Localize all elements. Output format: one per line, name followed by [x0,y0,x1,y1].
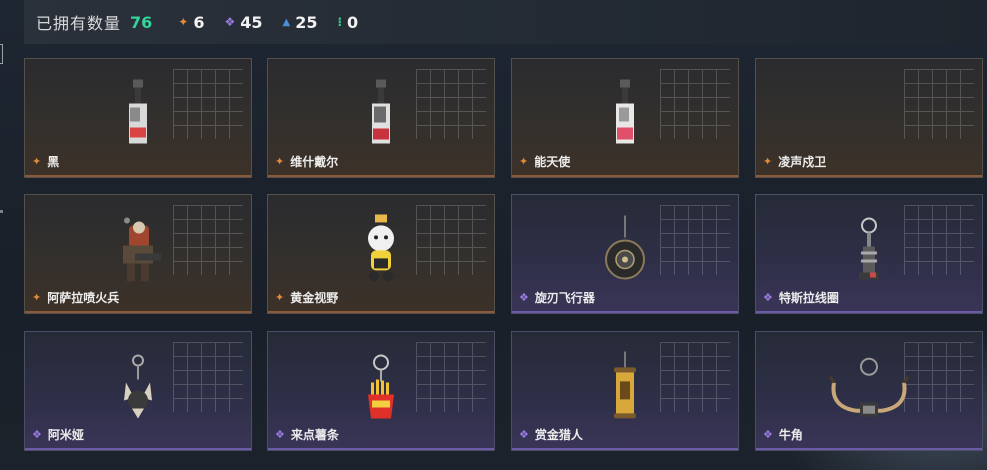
blue-arrow-icon: ▲ [282,16,291,28]
card-name-text: 牛角 [778,428,803,442]
stat-orange: ✦ 6 [178,13,204,32]
vial-keychain-icon [616,79,634,144]
vial-keychain-icon [372,79,390,144]
item-card[interactable]: ✦ 维什戴尔 [267,58,495,178]
purple-diamond-icon: ❖ [224,15,236,29]
item-card[interactable]: ✦ 能天使 [511,58,739,178]
item-card[interactable]: ❖ 阿米娅 [24,331,252,451]
fries-keychain-icon [368,354,394,419]
mascot-figure-icon [368,214,394,282]
stat-purple-value: 45 [240,12,263,32]
card-name-text: 凌声戍卫 [778,155,827,169]
side-tab-marker[interactable] [0,44,3,64]
owned-count-value: 76 [130,12,153,32]
orange-rarity-icon: ✦ [275,291,285,304]
orange-rarity-icon: ✦ [32,155,42,168]
card-name-text: 来点薯条 [290,428,339,442]
card-label: ❖ 来点薯条 [275,426,339,443]
orange-diamond-icon: ✦ [178,15,189,29]
card-name-text: 赏金猎人 [534,428,583,442]
stat-green-value: 0 [347,12,359,32]
purple-rarity-icon: ❖ [32,428,42,441]
stat-purple: ❖ 45 [224,13,262,32]
item-card[interactable]: ❖ 牛角 [755,331,983,451]
card-label: ✦ 维什戴尔 [275,153,338,170]
stat-blue-value: 25 [295,12,318,32]
stat-blue: ▲ 25 [283,13,318,32]
vial-keychain-icon [129,79,147,144]
scroll-keychain-icon [614,351,636,419]
card-name-text: 特斯拉线圈 [778,291,839,305]
owned-count-label: 已拥有数量 [36,14,122,33]
item-card[interactable]: ❖ 特斯拉线圈 [755,194,983,314]
soldier-figure-icon [123,217,161,282]
purple-rarity-icon: ❖ [763,291,773,304]
card-name-text: 阿萨拉喷火兵 [47,291,120,305]
item-card[interactable]: ❖ 旋刃飞行器 [511,194,739,314]
card-name-text: 维什戴尔 [290,155,339,169]
purple-rarity-icon: ❖ [519,291,529,304]
horns-necklace-icon [828,357,910,417]
purple-rarity-icon: ❖ [763,428,773,441]
card-name-text: 黄金视野 [290,291,339,305]
round-drone-icon [605,215,645,280]
coil-keychain-icon [859,217,879,280]
card-name-text: 旋刃飞行器 [534,291,595,305]
stat-green: ⁝ 0 [337,13,358,32]
orange-rarity-icon: ✦ [32,291,42,304]
card-label: ✦ 黑 [32,153,59,170]
green-dots-icon: ⁝ [337,15,343,29]
card-label: ✦ 凌声戍卫 [763,153,826,170]
item-card[interactable]: ✦ 凌声戍卫 [755,58,983,178]
card-label: ❖ 牛角 [763,426,803,443]
card-name-text: 能天使 [534,155,571,169]
card-name-text: 阿米娅 [47,428,84,442]
card-label: ❖ 阿米娅 [32,426,84,443]
purple-rarity-icon: ❖ [275,428,285,441]
card-name-text: 黑 [47,155,60,169]
item-card[interactable]: ✦ 黑 [24,58,252,178]
orange-rarity-icon: ✦ [763,155,773,168]
card-label: ✦ 能天使 [519,153,570,170]
card-label: ❖ 赏金猎人 [519,426,583,443]
purple-rarity-icon: ❖ [519,428,529,441]
orange-rarity-icon: ✦ [519,155,529,168]
card-label: ✦ 阿萨拉喷火兵 [32,289,119,306]
item-card[interactable]: ❖ 赏金猎人 [511,331,739,451]
collection-header: 已拥有数量 76 ✦ 6 ❖ 45 ▲ 25 ⁝ 0 [24,0,982,44]
item-card[interactable]: ✦ 黄金视野 [267,194,495,314]
orange-rarity-icon: ✦ [275,155,285,168]
card-label: ✦ 黄金视野 [275,289,338,306]
side-dot [0,210,3,213]
card-label: ❖ 旋刃飞行器 [519,289,595,306]
card-label: ❖ 特斯拉线圈 [763,289,839,306]
rabbit-keychain-icon [124,354,152,419]
stat-orange-value: 6 [193,12,205,32]
item-card[interactable]: ❖ 来点薯条 [267,331,495,451]
item-card[interactable]: ✦ 阿萨拉喷火兵 [24,194,252,314]
